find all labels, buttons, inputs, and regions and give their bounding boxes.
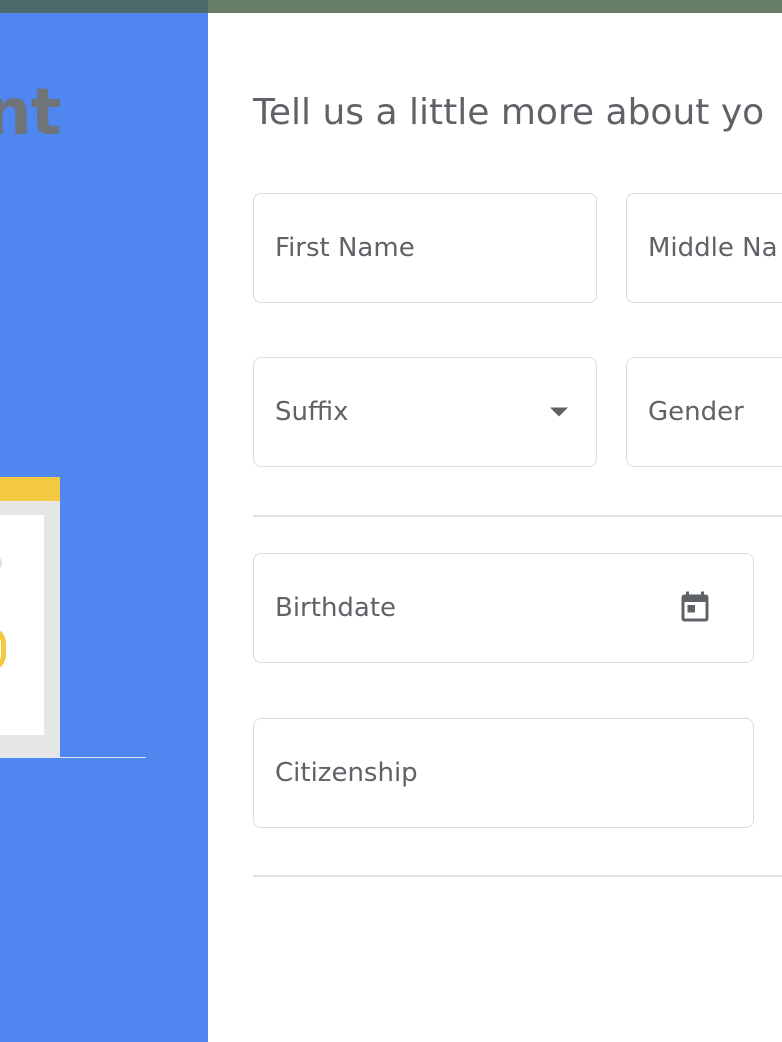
illustration-header-bar (0, 477, 60, 501)
form-panel: Tell us a little more about yo First Nam… (208, 13, 782, 1042)
sidebar-divider (0, 757, 146, 758)
form-title: Tell us a little more about yo (253, 92, 765, 133)
citizenship-label: Citizenship (275, 758, 418, 788)
middle-name-label: Middle Na (648, 233, 778, 263)
birthdate-field[interactable]: Birthdate (253, 553, 754, 663)
birthdate-label: Birthdate (275, 593, 397, 623)
sidebar: nt (0, 13, 208, 1042)
calendar-icon[interactable] (677, 589, 713, 627)
top-bar (0, 0, 782, 13)
sidebar-illustration (0, 477, 60, 757)
gender-label: Gender (648, 397, 744, 427)
bottom-divider (253, 875, 782, 877)
section-divider (253, 515, 782, 517)
illustration-mark-gray (0, 555, 2, 571)
first-name-field[interactable]: First Name (253, 193, 597, 303)
citizenship-field[interactable]: Citizenship (253, 718, 754, 828)
illustration-card (0, 515, 44, 735)
suffix-label: Suffix (275, 397, 349, 427)
gender-select[interactable]: Gender (626, 357, 782, 467)
first-name-label: First Name (275, 233, 415, 263)
illustration-mark-yellow (0, 627, 6, 671)
sidebar-heading: nt (0, 76, 61, 150)
caret-down-icon (550, 407, 568, 417)
middle-name-field[interactable]: Middle Na (626, 193, 782, 303)
top-bar-left-segment (0, 0, 208, 13)
suffix-select[interactable]: Suffix (253, 357, 597, 467)
